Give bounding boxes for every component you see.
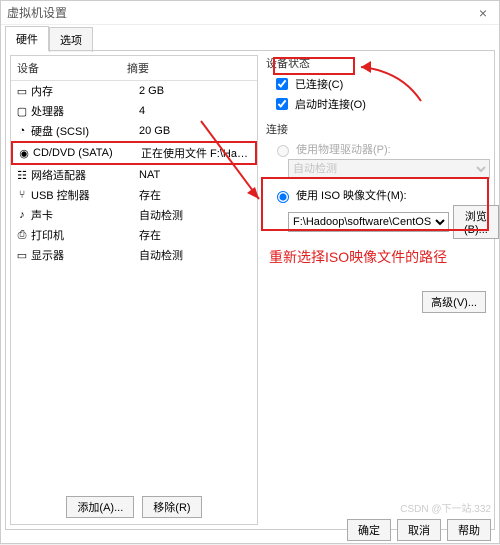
device-summary: 正在使用文件 F:\Hadoop\softw... bbox=[141, 145, 251, 161]
disk-icon: ◔ bbox=[15, 125, 29, 137]
col-summary: 摘要 bbox=[121, 56, 257, 80]
cd-icon: ◉ bbox=[17, 147, 31, 159]
device-name: 打印机 bbox=[31, 227, 139, 243]
cpu-icon: ▢ bbox=[15, 105, 29, 117]
connection-title: 连接 bbox=[266, 121, 490, 137]
tabs: 硬件 选项 bbox=[1, 25, 499, 50]
ok-button[interactable]: 确定 bbox=[347, 519, 391, 541]
titlebar: 虚拟机设置 × bbox=[1, 1, 499, 25]
device-row-6[interactable]: ♪声卡自动检测 bbox=[11, 205, 257, 225]
device-name: 硬盘 (SCSI) bbox=[31, 123, 139, 139]
connect-on-input[interactable] bbox=[276, 98, 288, 110]
usb-icon: ⑂ bbox=[15, 189, 29, 201]
close-icon[interactable]: × bbox=[473, 5, 493, 21]
list-header: 设备 摘要 bbox=[11, 56, 257, 81]
add-button[interactable]: 添加(A)... bbox=[66, 496, 134, 518]
vm-settings-dialog: 虚拟机设置 × 硬件 选项 设备 摘要 ▭内存2 GB▢处理器4◔硬盘 (SCS… bbox=[0, 0, 500, 544]
device-summary: 20 GB bbox=[139, 125, 253, 137]
iso-label: 使用 ISO 映像文件(M): bbox=[296, 187, 407, 203]
device-summary: 自动检测 bbox=[139, 247, 253, 263]
watermark: CSDN @下一站.332 bbox=[400, 500, 491, 515]
memory-icon: ▭ bbox=[15, 85, 29, 97]
device-name: 显示器 bbox=[31, 247, 139, 263]
device-summary: 存在 bbox=[139, 187, 253, 203]
device-name: USB 控制器 bbox=[31, 187, 139, 203]
device-name: 处理器 bbox=[31, 103, 139, 119]
col-device: 设备 bbox=[11, 56, 121, 80]
device-name: 声卡 bbox=[31, 207, 139, 223]
connected-label: 已连接(C) bbox=[295, 76, 343, 92]
connected-checkbox[interactable]: 已连接(C) bbox=[272, 75, 490, 93]
iso-input[interactable] bbox=[277, 191, 289, 203]
settings-panel: 设备状态 已连接(C) 启动时连接(O) 连接 bbox=[266, 55, 490, 525]
connection-group: 连接 使用物理驱动器(P): 自动检测 使用 ISO 映像文件(M): bbox=[266, 121, 490, 239]
sound-icon: ♪ bbox=[15, 209, 29, 221]
connect-on-checkbox[interactable]: 启动时连接(O) bbox=[272, 95, 490, 113]
device-row-3[interactable]: ◉CD/DVD (SATA)正在使用文件 F:\Hadoop\softw... bbox=[11, 141, 257, 165]
device-row-1[interactable]: ▢处理器4 bbox=[11, 101, 257, 121]
dialog-title: 虚拟机设置 bbox=[7, 4, 67, 21]
device-summary: 4 bbox=[139, 105, 253, 117]
browse-button[interactable]: 浏览(B)... bbox=[453, 205, 499, 239]
iso-path-select[interactable]: F:\Hadoop\software\CentOS bbox=[288, 212, 449, 232]
status-title: 设备状态 bbox=[266, 55, 490, 71]
tab-options[interactable]: 选项 bbox=[49, 27, 93, 52]
physical-select: 自动检测 bbox=[288, 159, 490, 179]
device-summary: 自动检测 bbox=[139, 207, 253, 223]
device-name: 内存 bbox=[31, 83, 139, 99]
use-physical-radio[interactable]: 使用物理驱动器(P): bbox=[272, 141, 490, 157]
connected-input[interactable] bbox=[276, 78, 288, 90]
device-row-8[interactable]: ▭显示器自动检测 bbox=[11, 245, 257, 265]
help-button[interactable]: 帮助 bbox=[447, 519, 491, 541]
status-group: 设备状态 已连接(C) 启动时连接(O) bbox=[266, 55, 490, 113]
net-icon: ☷ bbox=[15, 169, 29, 181]
annotation-text: 重新选择ISO映像文件的路径 bbox=[269, 247, 447, 267]
device-row-5[interactable]: ⑂USB 控制器存在 bbox=[11, 185, 257, 205]
device-summary: 2 GB bbox=[139, 85, 253, 97]
physical-input bbox=[277, 145, 289, 157]
device-summary: 存在 bbox=[139, 227, 253, 243]
physical-label: 使用物理驱动器(P): bbox=[296, 141, 391, 157]
tab-hardware[interactable]: 硬件 bbox=[5, 26, 49, 51]
add-remove-bar: 添加(A)... 移除(R) bbox=[11, 496, 257, 518]
remove-button[interactable]: 移除(R) bbox=[142, 496, 201, 518]
tab-content: 设备 摘要 ▭内存2 GB▢处理器4◔硬盘 (SCSI)20 GB◉CD/DVD… bbox=[5, 50, 495, 530]
dialog-footer: 确定 取消 帮助 bbox=[347, 519, 491, 541]
display-icon: ▭ bbox=[15, 249, 29, 261]
use-iso-radio[interactable]: 使用 ISO 映像文件(M): bbox=[272, 187, 490, 203]
device-list-panel: 设备 摘要 ▭内存2 GB▢处理器4◔硬盘 (SCSI)20 GB◉CD/DVD… bbox=[10, 55, 258, 525]
device-name: CD/DVD (SATA) bbox=[33, 147, 141, 159]
cancel-button[interactable]: 取消 bbox=[397, 519, 441, 541]
device-row-2[interactable]: ◔硬盘 (SCSI)20 GB bbox=[11, 121, 257, 141]
device-row-4[interactable]: ☷网络适配器NAT bbox=[11, 165, 257, 185]
printer-icon: ⎙ bbox=[15, 229, 29, 241]
device-summary: NAT bbox=[139, 169, 253, 181]
device-list: ▭内存2 GB▢处理器4◔硬盘 (SCSI)20 GB◉CD/DVD (SATA… bbox=[11, 81, 257, 265]
device-row-0[interactable]: ▭内存2 GB bbox=[11, 81, 257, 101]
device-row-7[interactable]: ⎙打印机存在 bbox=[11, 225, 257, 245]
device-name: 网络适配器 bbox=[31, 167, 139, 183]
advanced-button[interactable]: 高级(V)... bbox=[422, 291, 486, 313]
connect-on-label: 启动时连接(O) bbox=[295, 96, 366, 112]
